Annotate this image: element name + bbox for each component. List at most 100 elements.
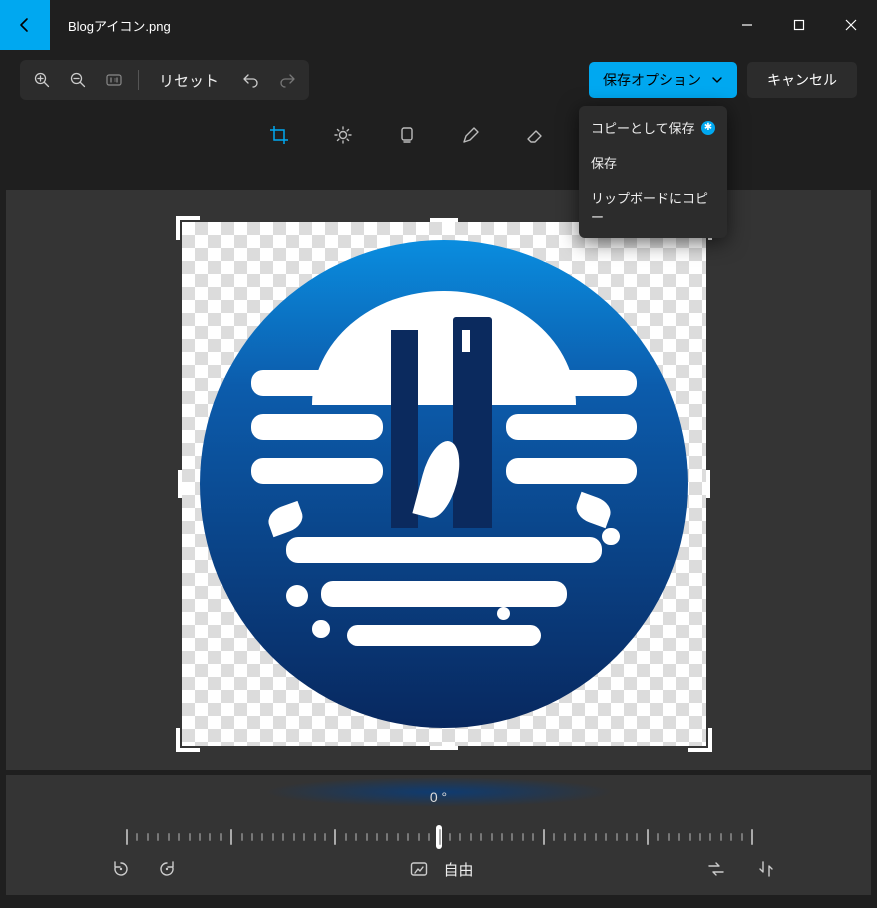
crop-handle-top[interactable] (430, 218, 458, 222)
bottom-panel: 0 ° 自由 (6, 775, 871, 895)
crop-tool-button[interactable] (262, 118, 296, 152)
crop-handle-right[interactable] (706, 470, 710, 498)
adjust-tool-button[interactable] (326, 118, 360, 152)
ruler-tick (501, 833, 503, 841)
image-canvas[interactable] (182, 222, 706, 746)
ruler-tick (157, 833, 159, 841)
window-controls (721, 0, 877, 50)
dropdown-item-label: リップボードにコピー (591, 188, 715, 226)
canvas-area[interactable] (6, 190, 871, 770)
ruler-tick (230, 829, 232, 845)
crop-handle-top-left[interactable] (176, 216, 200, 240)
zoom-out-icon (69, 71, 87, 89)
ruler-tick (355, 833, 357, 841)
redo-icon (278, 71, 296, 89)
save-options-label: 保存オプション (603, 70, 701, 90)
ruler-tick (668, 833, 670, 841)
ruler-tick (689, 833, 691, 841)
ruler-tick (428, 833, 430, 841)
ruler-tick (293, 833, 295, 841)
redo-button[interactable] (269, 64, 305, 96)
actual-size-button[interactable] (96, 64, 132, 96)
dropdown-item-save[interactable]: 保存 (579, 145, 727, 180)
one-to-one-icon (105, 71, 123, 89)
ruler-tick (595, 833, 597, 841)
ruler-tick (168, 833, 170, 841)
cancel-label: キャンセル (767, 70, 837, 90)
minimize-button[interactable] (721, 0, 773, 50)
erase-tool-button[interactable] (518, 118, 552, 152)
save-options-button[interactable]: 保存オプション (589, 62, 737, 98)
maximize-button[interactable] (773, 0, 825, 50)
close-button[interactable] (825, 0, 877, 50)
ruler-tick (334, 829, 336, 845)
zoom-in-button[interactable] (24, 64, 60, 96)
ruler-tick (470, 833, 472, 841)
ruler-tick (189, 833, 191, 841)
ruler-tick (345, 833, 347, 841)
crop-handle-bottom[interactable] (430, 746, 458, 750)
undo-button[interactable] (233, 64, 269, 96)
ruler-tick (136, 833, 138, 841)
zoom-in-icon (33, 71, 51, 89)
flip-horizontal-button[interactable] (701, 854, 731, 884)
ruler-tick (272, 833, 274, 841)
ruler-tick (407, 833, 409, 841)
ruler-tick (251, 833, 253, 841)
rotate-left-button[interactable] (106, 854, 136, 884)
filter-icon (397, 125, 417, 145)
ruler-tick (397, 833, 399, 841)
crop-handle-bottom-left[interactable] (176, 728, 200, 752)
crop-handle-bottom-right[interactable] (688, 728, 712, 752)
ruler-tick (386, 833, 388, 841)
main-toolbar: リセット 保存オプション キャンセル コピーとして保存 ✱ 保存 リップボードに… (0, 50, 877, 110)
reset-button[interactable]: リセット (145, 64, 233, 96)
zoom-out-button[interactable] (60, 64, 96, 96)
ruler-tick (626, 833, 628, 841)
ruler-tick (741, 833, 743, 841)
ruler-tick (480, 833, 482, 841)
divider (138, 70, 139, 90)
markup-tool-button[interactable] (454, 118, 488, 152)
cancel-button[interactable]: キャンセル (747, 62, 857, 98)
image-content (200, 240, 688, 728)
ruler-tick (459, 833, 461, 841)
filter-tool-button[interactable] (390, 118, 424, 152)
dropdown-item-save-as-copy[interactable]: コピーとして保存 ✱ (579, 110, 727, 145)
dropdown-item-label: コピーとして保存 (591, 118, 695, 137)
rotate-right-button[interactable] (152, 854, 182, 884)
ruler-tick (220, 833, 222, 841)
star-badge-icon: ✱ (701, 121, 715, 135)
ruler-tick (720, 833, 722, 841)
ruler-tick (303, 833, 305, 841)
ruler-tick (178, 833, 180, 841)
dropdown-item-label: 保存 (591, 153, 617, 172)
ruler-tick (147, 833, 149, 841)
ruler-tick (366, 833, 368, 841)
ruler-tick (491, 833, 493, 841)
back-button[interactable] (0, 0, 50, 50)
rotate-right-icon (157, 859, 177, 879)
ruler-tick (376, 833, 378, 841)
eraser-icon (525, 125, 545, 145)
rotate-left-icon (111, 859, 131, 879)
ruler-tick (418, 833, 420, 841)
ruler-tick (709, 833, 711, 841)
aspect-ratio-label: 自由 (443, 859, 473, 880)
ruler-tick (647, 829, 649, 845)
ruler-tick (564, 833, 566, 841)
brightness-icon (333, 125, 353, 145)
crop-handle-left[interactable] (178, 470, 182, 498)
crop-icon (269, 125, 289, 145)
ruler-tick (751, 829, 753, 845)
aspect-icon (408, 859, 428, 879)
dropdown-item-copy-clipboard[interactable]: リップボードにコピー (579, 180, 727, 234)
window-title: Blogアイコン.png (68, 16, 171, 35)
aspect-ratio-button[interactable] (403, 854, 433, 884)
ruler-tick (449, 833, 451, 841)
ruler-tick (584, 833, 586, 841)
zoom-group: リセット (20, 60, 309, 100)
rotation-angle-label: 0 ° (430, 789, 447, 805)
flip-vertical-button[interactable] (751, 854, 781, 884)
rotation-slider[interactable] (126, 825, 751, 849)
